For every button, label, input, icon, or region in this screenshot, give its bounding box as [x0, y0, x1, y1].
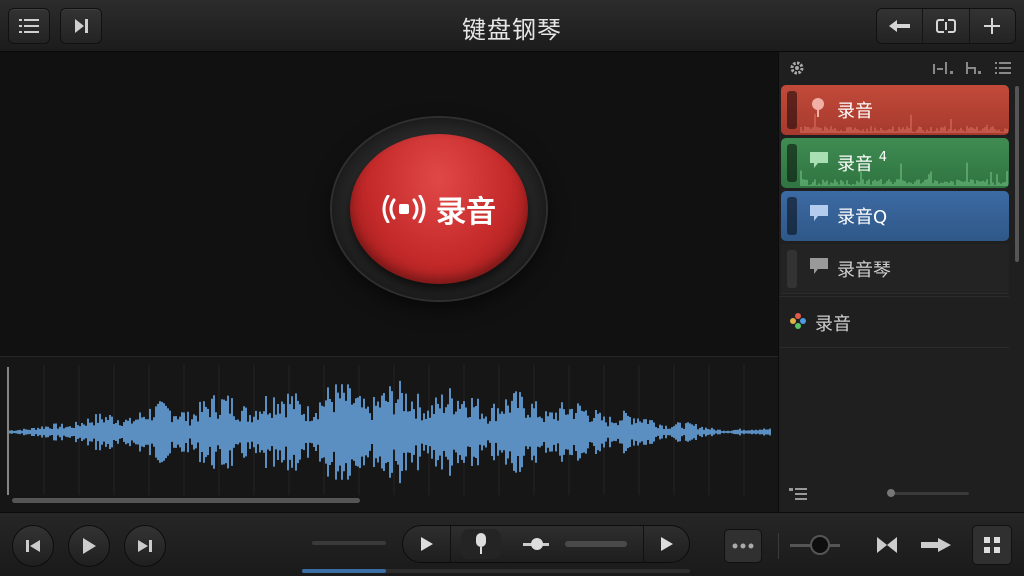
- instrument-row[interactable]: 录音: [779, 298, 1009, 346]
- plus-icon: [984, 18, 1001, 34]
- skip-back-button[interactable]: [12, 525, 54, 567]
- track-row[interactable]: 录音琴: [781, 244, 1009, 294]
- more-button[interactable]: [724, 529, 762, 563]
- track-row[interactable]: 录音Q: [781, 191, 1009, 241]
- track-panel: 录音 录音 4 录音Q 录音琴 录音: [778, 52, 1024, 512]
- mini-waveform-path: [800, 114, 1008, 133]
- page-title: 键盘钢琴: [462, 16, 562, 44]
- instrument-label: 录音: [815, 314, 851, 335]
- speech-bubble-icon: [810, 258, 828, 274]
- slider-knob[interactable]: [887, 489, 895, 497]
- panel-header: [779, 52, 1024, 84]
- divider: [778, 533, 779, 559]
- track-row[interactable]: 录音: [781, 85, 1009, 135]
- play-button[interactable]: [68, 525, 110, 567]
- bowtie-icon[interactable]: [876, 536, 898, 554]
- next-button[interactable]: [643, 526, 689, 562]
- track-waveform: [800, 114, 1008, 133]
- tracks-menu-icon[interactable]: [789, 488, 807, 500]
- list-view-icon[interactable]: [995, 62, 1011, 74]
- panel-scrollbar[interactable]: [1015, 86, 1019, 262]
- volume-knob[interactable]: [531, 538, 543, 550]
- back-button[interactable]: [877, 9, 924, 43]
- divider: [779, 347, 1009, 348]
- instrument-icon: [790, 313, 806, 329]
- gear-icon[interactable]: [789, 60, 805, 76]
- drag-handle[interactable]: [787, 197, 797, 235]
- progress-bar[interactable]: [302, 569, 690, 573]
- skip-forward-icon: [138, 540, 152, 552]
- waveform-path: [9, 380, 771, 484]
- mini-waveform-path: [800, 162, 1008, 186]
- skip-forward-button[interactable]: [124, 525, 166, 567]
- microphone-button[interactable]: [461, 529, 501, 559]
- more-icon: [732, 543, 754, 549]
- top-toolbar: 键盘钢琴: [0, 0, 1024, 52]
- position-slider[interactable]: [312, 541, 386, 545]
- arrow-right-icon[interactable]: [920, 537, 952, 553]
- volume-slider[interactable]: [565, 541, 627, 547]
- transport-bar: [0, 512, 1024, 576]
- skip-back-icon: [26, 540, 40, 552]
- progress-fill: [302, 569, 386, 573]
- panel-zoom-slider[interactable]: [887, 489, 969, 497]
- arrow-left-icon: [888, 20, 910, 32]
- waveform: [7, 365, 771, 495]
- broadcast-icon: [382, 195, 426, 223]
- playback-segment: [402, 525, 690, 563]
- record-stage: 录音: [0, 52, 778, 356]
- play-icon: [420, 537, 433, 551]
- toolbar-right-group: [876, 8, 1016, 44]
- drag-handle[interactable]: [787, 250, 797, 288]
- play-icon: [660, 537, 673, 551]
- levels-icon[interactable]: [933, 62, 955, 74]
- segment-play-button[interactable]: [403, 526, 451, 562]
- branch-icon[interactable]: [965, 62, 983, 74]
- track-row[interactable]: 录音 4: [781, 138, 1009, 188]
- track-label: 录音Q: [837, 207, 888, 228]
- record-label: 录音: [436, 195, 496, 230]
- horizontal-scrollbar[interactable]: [12, 498, 360, 503]
- play-icon: [83, 538, 96, 554]
- speech-bubble-icon: [810, 205, 828, 221]
- add-button[interactable]: [970, 9, 1015, 43]
- loop-button[interactable]: [923, 9, 970, 43]
- loop-icon: [935, 17, 956, 35]
- record-button[interactable]: 录音: [350, 134, 528, 284]
- waveform-view[interactable]: [0, 356, 778, 512]
- track-label: 录音琴: [837, 260, 891, 281]
- zoom-knob[interactable]: [810, 535, 830, 555]
- divider: [779, 296, 1009, 297]
- grid-icon: [984, 537, 1000, 553]
- track-waveform: [800, 162, 1008, 186]
- microphone-icon: [476, 533, 486, 554]
- grid-button[interactable]: [972, 525, 1012, 565]
